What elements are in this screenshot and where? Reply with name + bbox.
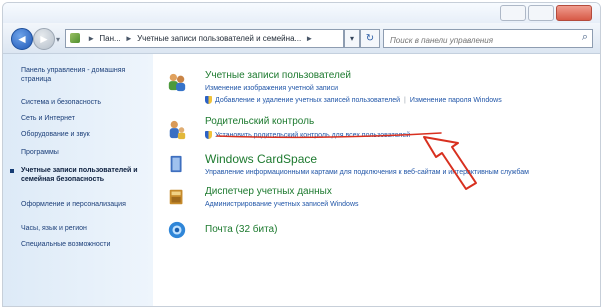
- red-arrow-annotation: [423, 136, 477, 190]
- maximize-button[interactable]: [528, 5, 554, 21]
- recent-pages-dropdown-icon[interactable]: ▾: [56, 35, 60, 44]
- sidebar-item-hardware-sound[interactable]: Оборудование и звук: [21, 130, 149, 139]
- sidebar-item-control-panel-home[interactable]: Панель управления - домашняя страница: [21, 66, 149, 84]
- link-manage-windows-credentials[interactable]: Администрирование учетных записей Window…: [205, 201, 359, 208]
- search-box[interactable]: ⌕: [383, 29, 593, 48]
- uac-shield-icon: [205, 96, 212, 104]
- search-input[interactable]: [384, 33, 560, 48]
- category-title-credential-manager[interactable]: Диспетчер учетных данных: [205, 186, 332, 197]
- category-title-cardspace[interactable]: Windows CardSpace: [205, 152, 317, 166]
- credential-manager-icon: [169, 189, 183, 205]
- forward-button[interactable]: ►: [33, 28, 55, 50]
- window-buttons: [500, 5, 592, 21]
- refresh-button[interactable]: ↻: [360, 29, 380, 48]
- cardspace-icon: [170, 155, 182, 173]
- category-title-mail[interactable]: Почта (32 бита): [205, 224, 277, 235]
- link-change-account-picture[interactable]: Изменение изображения учетной записи: [205, 85, 338, 92]
- minimize-button[interactable]: [500, 5, 526, 21]
- close-button[interactable]: [556, 5, 592, 21]
- parental-control-icon: [169, 120, 186, 140]
- title-bar: [3, 3, 600, 23]
- sidebar-item-network-internet[interactable]: Сеть и Интернет: [21, 114, 149, 123]
- sidebar-item-programs[interactable]: Программы: [21, 148, 149, 157]
- category-links-credential-manager: Администрирование учетных записей Window…: [205, 201, 359, 208]
- navigation-bar: ◄ ► ▾ ► Пан... ► Учетные записи пользова…: [3, 23, 600, 54]
- address-dropdown-button[interactable]: ▾: [344, 29, 360, 48]
- breadcrumb-control-panel[interactable]: Пан...: [99, 30, 120, 47]
- current-item-bullet-icon: [10, 169, 14, 173]
- link-add-remove-accounts[interactable]: Добавление и удаление учетных записей по…: [215, 97, 400, 104]
- red-underline-annotation: [216, 132, 442, 138]
- mail-icon: [168, 221, 186, 239]
- sidebar-item-ease-of-access[interactable]: Специальные возможности: [21, 240, 149, 249]
- category-links-user-accounts-row2: Добавление и удаление учетных записей по…: [205, 96, 502, 104]
- sidebar-item-appearance[interactable]: Оформление и персонализация: [21, 200, 149, 209]
- breadcrumb-arrow-icon[interactable]: ►: [87, 30, 95, 47]
- uac-shield-icon: [205, 131, 212, 139]
- category-links-user-accounts: Изменение изображения учетной записи: [205, 85, 338, 92]
- category-title-user-accounts[interactable]: Учетные записи пользователей: [205, 70, 351, 81]
- link-separator: |: [404, 96, 406, 104]
- control-panel-window: ◄ ► ▾ ► Пан... ► Учетные записи пользова…: [2, 2, 601, 307]
- main-content: Учетные записи пользователей Изменение и…: [153, 54, 600, 306]
- sidebar-item-user-accounts[interactable]: Учетные записи пользователей и семейная …: [21, 166, 149, 184]
- breadcrumb-arrow-icon[interactable]: ►: [125, 30, 133, 47]
- sidebar-item-clock-language[interactable]: Часы, язык и регион: [21, 224, 149, 233]
- breadcrumb-user-accounts[interactable]: Учетные записи пользователей и семейна..…: [137, 30, 301, 47]
- search-icon[interactable]: ⌕: [582, 31, 588, 44]
- sidebar: Панель управления - домашняя страница Си…: [3, 54, 153, 306]
- users-icon: [168, 73, 186, 92]
- address-bar[interactable]: ► Пан... ► Учетные записи пользователей …: [65, 29, 344, 48]
- category-title-parental-controls[interactable]: Родительский контроль: [205, 116, 314, 127]
- breadcrumb-arrow-icon[interactable]: ►: [305, 30, 313, 47]
- sidebar-item-system-security[interactable]: Система и безопасность: [21, 98, 149, 107]
- back-button[interactable]: ◄: [11, 28, 33, 50]
- link-change-windows-password[interactable]: Изменение пароля Windows: [410, 97, 502, 104]
- control-panel-icon: [70, 33, 80, 43]
